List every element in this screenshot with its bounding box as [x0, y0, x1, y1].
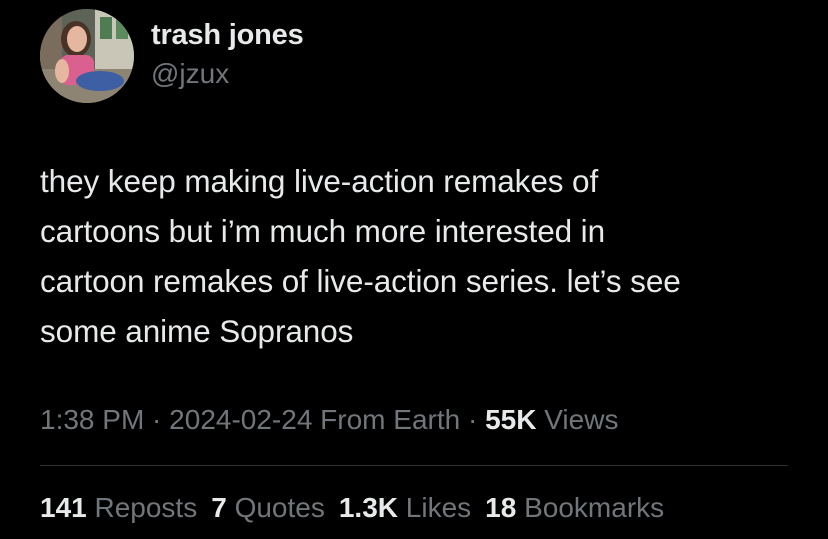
reposts-stat[interactable]: 141 Reposts	[40, 492, 197, 523]
profile-photo-avatar	[40, 9, 134, 103]
likes-count: 1.3K	[338, 492, 399, 523]
tweet-time[interactable]: 1:38 PM	[40, 404, 144, 435]
author-info: trash jones @jzux	[151, 16, 304, 92]
tweet-text: they keep making live-action remakes of …	[40, 163, 681, 349]
engagement-stats: 141 Reposts 7 Quotes 1.3K Likes 18 Bookmark…	[40, 488, 664, 528]
reposts-count: 141	[40, 492, 87, 523]
author-handle[interactable]: @jzux	[151, 56, 304, 92]
author-display-name[interactable]: trash jones	[151, 16, 304, 54]
meta-separator: ·	[460, 404, 486, 435]
bookmarks-label: Bookmarks	[516, 492, 665, 523]
likes-stat[interactable]: 1.3K Likes	[339, 492, 471, 523]
tweet-source: From Earth	[312, 404, 461, 435]
bookmarks-stat[interactable]: 18 Bookmarks	[485, 492, 664, 523]
views-count: 55K	[485, 404, 537, 435]
bookmarks-count: 18	[485, 492, 517, 523]
avatar[interactable]	[40, 9, 134, 103]
quotes-count: 7	[211, 492, 227, 523]
tweet-metadata: 1:38 PM · 2024-02-24 From Earth · 55K Vi…	[40, 400, 618, 440]
meta-separator: ·	[144, 404, 170, 435]
likes-label: Likes	[398, 492, 472, 523]
views-label: Views	[536, 404, 619, 435]
reposts-label: Reposts	[86, 492, 198, 523]
quotes-stat[interactable]: 7 Quotes	[211, 492, 325, 523]
divider	[40, 465, 788, 466]
tweet-detail: trash jones @jzux they keep making live-…	[0, 0, 828, 539]
tweet-date[interactable]: 2024-02-24	[169, 404, 312, 435]
quotes-label: Quotes	[226, 492, 325, 523]
